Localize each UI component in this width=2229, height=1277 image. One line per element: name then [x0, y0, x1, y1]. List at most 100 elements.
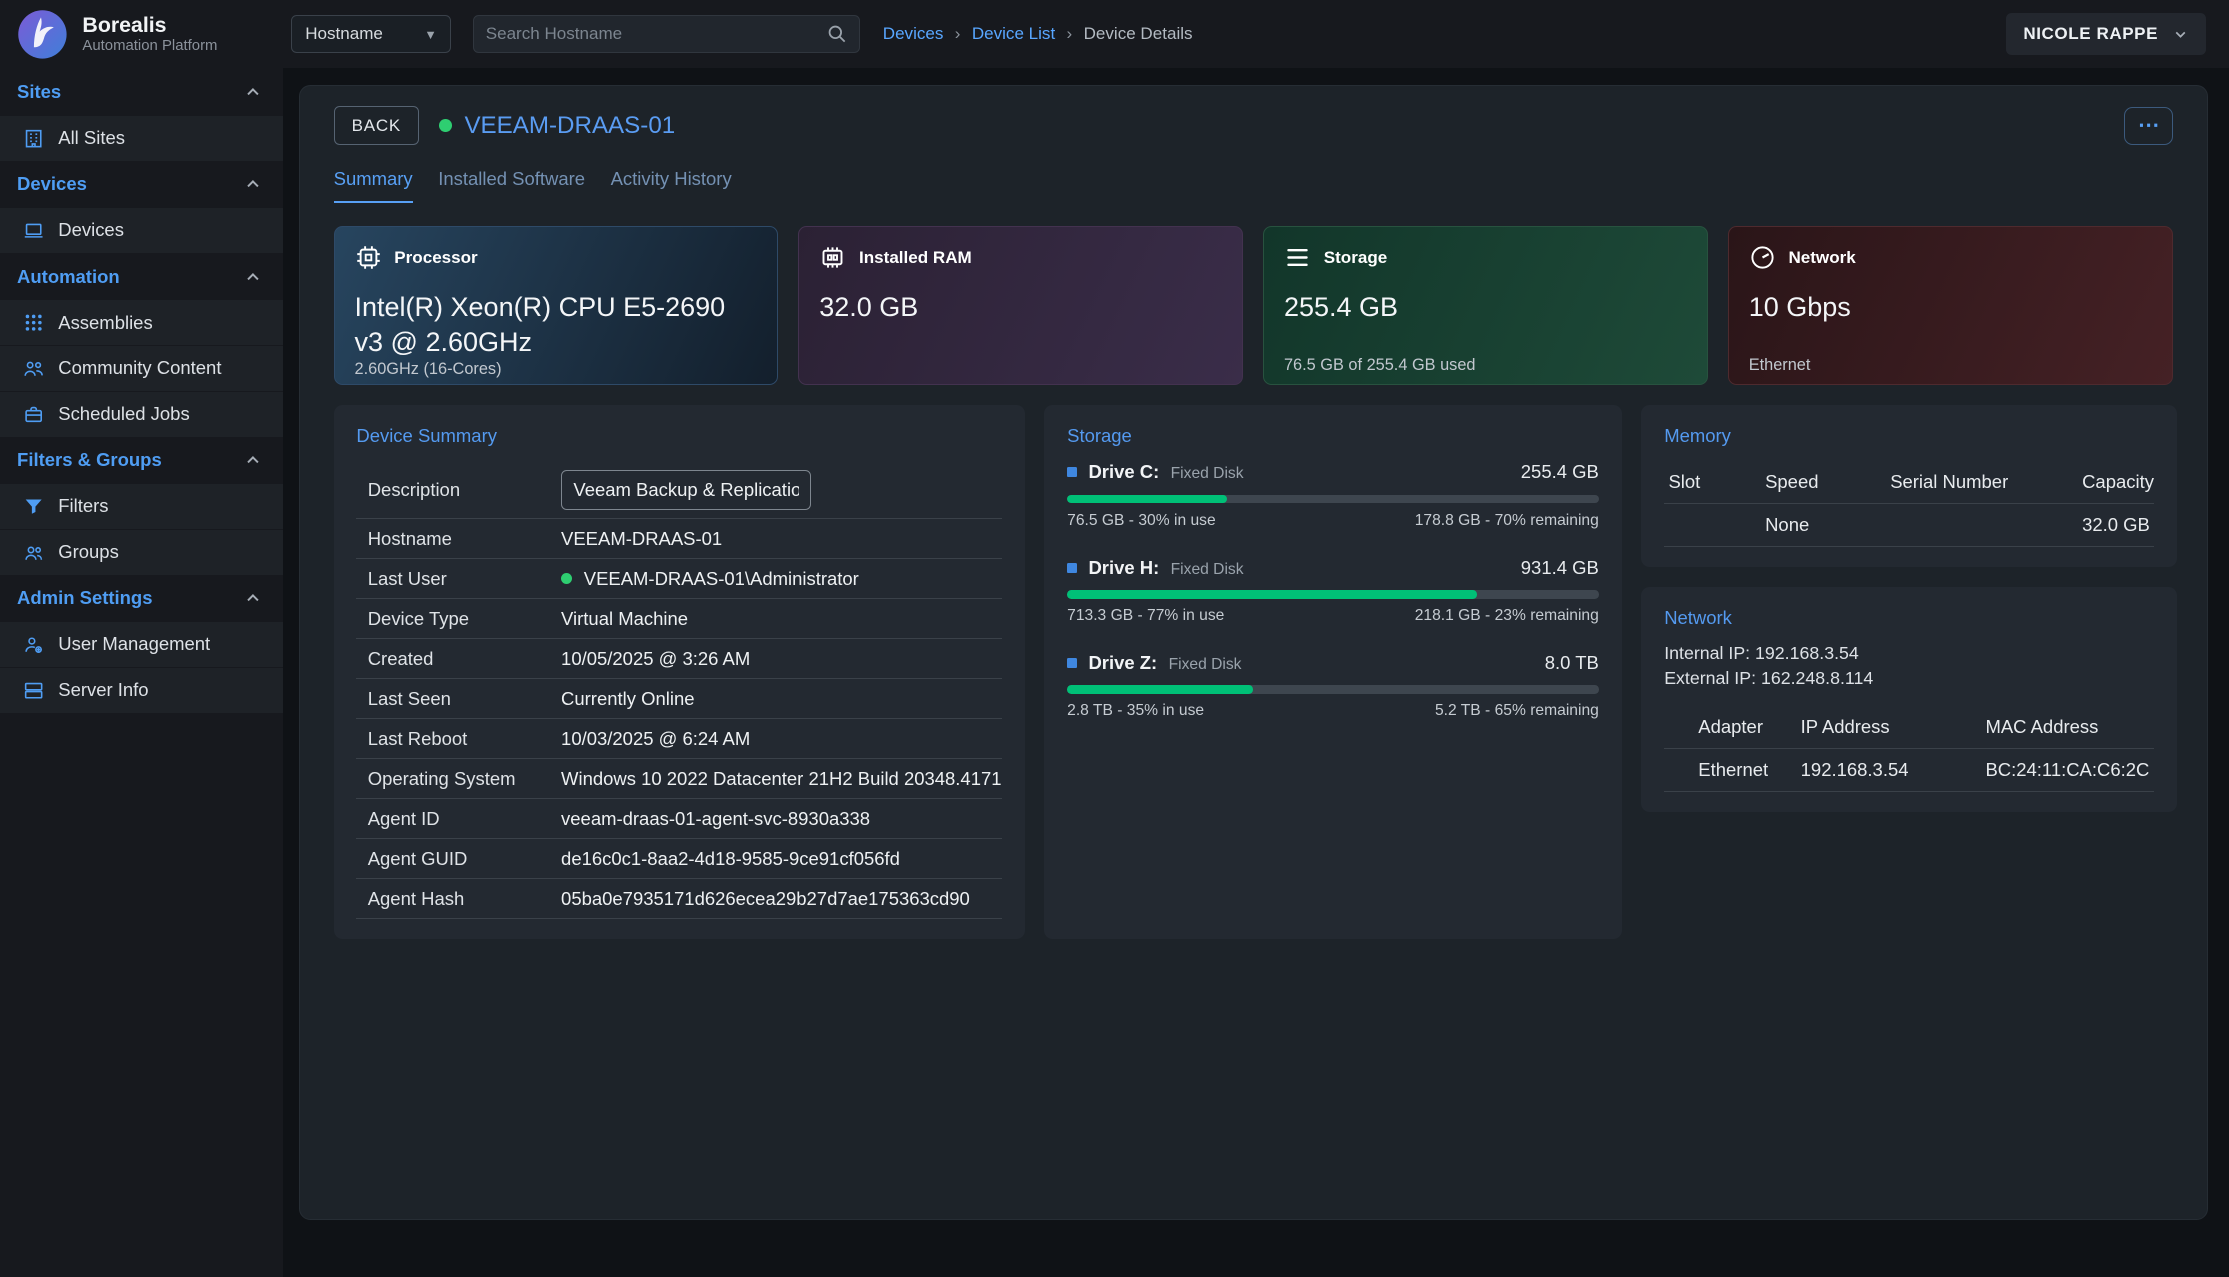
internal-ip: Internal IP: 192.168.3.54 — [1664, 643, 2154, 664]
device-type-value: Virtual Machine — [561, 608, 1002, 630]
device-title: VEEAM-DRAAS-01 — [464, 112, 675, 140]
network-value: 10 Gbps — [1749, 290, 2152, 325]
drive-bullet-icon — [1067, 563, 1077, 573]
network-table-row: Ethernet 192.168.3.54 BC:24:11:CA:C6:2C — [1664, 749, 2154, 792]
panel-title: Network — [1664, 607, 2154, 629]
content-area: BACK VEEAM-DRAAS-01 ⋯ Summary Installed … — [283, 68, 2229, 1276]
ram-icon — [819, 244, 846, 271]
processor-value: Intel(R) Xeon(R) CPU E5-2690 v3 @ 2.60GH… — [355, 290, 758, 360]
drive-usage-bar — [1067, 590, 1599, 599]
sidebar-item-devices[interactable]: Devices — [0, 208, 283, 253]
memory-table-row: None 32.0 GB — [1664, 504, 2154, 547]
network-panel: Network Internal IP: 192.168.3.54 Extern… — [1641, 587, 2176, 812]
sidebar-item-assemblies[interactable]: Assemblies — [0, 300, 283, 345]
sidebar-item-server-info[interactable]: Server Info — [0, 667, 283, 713]
drive-bullet-icon — [1067, 658, 1077, 668]
chevron-down-icon: ▼ — [424, 27, 437, 42]
ram-value: 32.0 GB — [819, 290, 1222, 325]
storage-card: Storage 255.4 GB 76.5 GB of 255.4 GB use… — [1263, 226, 1708, 385]
tab-summary[interactable]: Summary — [334, 168, 413, 203]
network-footer: Ethernet — [1749, 356, 2152, 375]
hostname-value: VEEAM-DRAAS-01 — [561, 528, 1002, 550]
hostname-filter-dropdown[interactable]: Hostname ▼ — [291, 15, 450, 53]
sidebar-item-filters[interactable]: Filters — [0, 484, 283, 529]
brand-name: Borealis — [82, 14, 217, 37]
chevron-up-icon — [243, 174, 263, 194]
filter-icon — [23, 496, 44, 517]
device-summary-panel: Device Summary Description Hostname VEEA… — [334, 405, 1025, 939]
breadcrumb-device-list[interactable]: Device List — [972, 24, 1055, 44]
tab-installed-software[interactable]: Installed Software — [438, 168, 585, 203]
sidebar-item-groups[interactable]: Groups — [0, 529, 283, 575]
sidebar-item-community-content[interactable]: Community Content — [0, 345, 283, 391]
search-input[interactable] — [486, 24, 827, 44]
tab-bar: Summary Installed Software Activity Hist… — [334, 168, 2173, 203]
memory-table-header: Slot Speed Serial Number Capacity — [1664, 461, 2154, 504]
groups-icon — [23, 542, 44, 563]
online-status-dot — [439, 119, 452, 132]
sidebar: Borealis Automation Platform Sites All S… — [0, 0, 283, 1277]
drive-bullet-icon — [1067, 467, 1077, 477]
community-icon — [23, 358, 44, 379]
storage-panel: Storage Drive C: Fixed Disk 255.4 GB 76.… — [1044, 405, 1621, 939]
panel-title: Memory — [1664, 425, 2154, 447]
network-icon — [1749, 244, 1776, 271]
devices-icon — [23, 220, 44, 241]
brand: Borealis Automation Platform — [0, 0, 283, 68]
stat-cards: Processor Intel(R) Xeon(R) CPU E5-2690 v… — [334, 226, 2173, 385]
sidebar-section-filters-groups[interactable]: Filters & Groups — [0, 437, 283, 485]
app-root: Borealis Automation Platform Sites All S… — [0, 0, 2229, 1277]
last-reboot-value: 10/03/2025 @ 6:24 AM — [561, 728, 1002, 750]
panel-title: Device Summary — [356, 425, 1001, 447]
breadcrumb-current: Device Details — [1084, 24, 1193, 44]
processor-card: Processor Intel(R) Xeon(R) CPU E5-2690 v… — [334, 226, 779, 385]
drive-usage-bar — [1067, 495, 1599, 504]
chevron-down-icon — [2172, 26, 2189, 43]
sidebar-item-user-management[interactable]: User Management — [0, 622, 283, 667]
external-ip: External IP: 162.248.8.114 — [1664, 668, 2154, 689]
agent-guid-value: de16c0c1-8aa2-4d18-9585-9ce91cf056fd — [561, 848, 1002, 870]
sidebar-section-admin-settings[interactable]: Admin Settings — [0, 575, 283, 623]
memory-panel: Memory Slot Speed Serial Number Capacity… — [1641, 405, 2176, 567]
ram-card: Installed RAM 32.0 GB — [798, 226, 1243, 385]
created-value: 10/05/2025 @ 3:26 AM — [561, 648, 1002, 670]
borealis-logo — [14, 6, 71, 63]
card-title: Processor — [394, 248, 477, 268]
sidebar-section-automation[interactable]: Automation — [0, 253, 283, 301]
back-button[interactable]: BACK — [334, 106, 419, 145]
chevron-up-icon — [243, 267, 263, 287]
description-input[interactable] — [561, 470, 811, 510]
brand-subtitle: Automation Platform — [82, 37, 217, 54]
chevron-up-icon — [243, 588, 263, 608]
online-status-dot — [561, 573, 572, 584]
server-icon — [23, 680, 44, 701]
card-title: Installed RAM — [859, 248, 972, 268]
user-name: NICOLE RAPPE — [2023, 24, 2158, 44]
assemblies-icon — [23, 312, 44, 333]
more-options-button[interactable]: ⋯ — [2124, 107, 2172, 145]
sidebar-section-devices[interactable]: Devices — [0, 161, 283, 209]
topbar: Hostname ▼ Devices › Device List › Devic… — [283, 0, 2229, 68]
operating-system-value: Windows 10 2022 Datacenter 21H2 Build 20… — [561, 768, 1002, 790]
tab-activity-history[interactable]: Activity History — [611, 168, 732, 203]
last-seen-value: Currently Online — [561, 688, 1002, 710]
breadcrumb-separator: › — [955, 24, 961, 44]
processor-footer: 2.60GHz (16-Cores) — [355, 360, 758, 379]
panel-title: Storage — [1067, 425, 1599, 447]
last-user-value: VEEAM-DRAAS-01\Administrator — [561, 568, 1002, 590]
scheduled-jobs-icon — [23, 404, 44, 425]
sidebar-item-scheduled-jobs[interactable]: Scheduled Jobs — [0, 391, 283, 437]
chevron-up-icon — [243, 82, 263, 102]
search-box — [473, 15, 860, 53]
storage-icon — [1284, 244, 1311, 271]
drive-row: Drive C: Fixed Disk 255.4 GB 76.5 GB - 3… — [1067, 461, 1599, 529]
chevron-up-icon — [243, 450, 263, 470]
sidebar-section-sites[interactable]: Sites — [0, 68, 283, 116]
breadcrumb-devices[interactable]: Devices — [883, 24, 944, 44]
network-table-header: Adapter IP Address MAC Address — [1664, 706, 2154, 749]
network-card: Network 10 Gbps Ethernet — [1728, 226, 2173, 385]
sites-icon — [23, 128, 44, 149]
storage-footer: 76.5 GB of 255.4 GB used — [1284, 356, 1687, 375]
user-menu[interactable]: NICOLE RAPPE — [2006, 13, 2206, 56]
sidebar-item-all-sites[interactable]: All Sites — [0, 116, 283, 161]
